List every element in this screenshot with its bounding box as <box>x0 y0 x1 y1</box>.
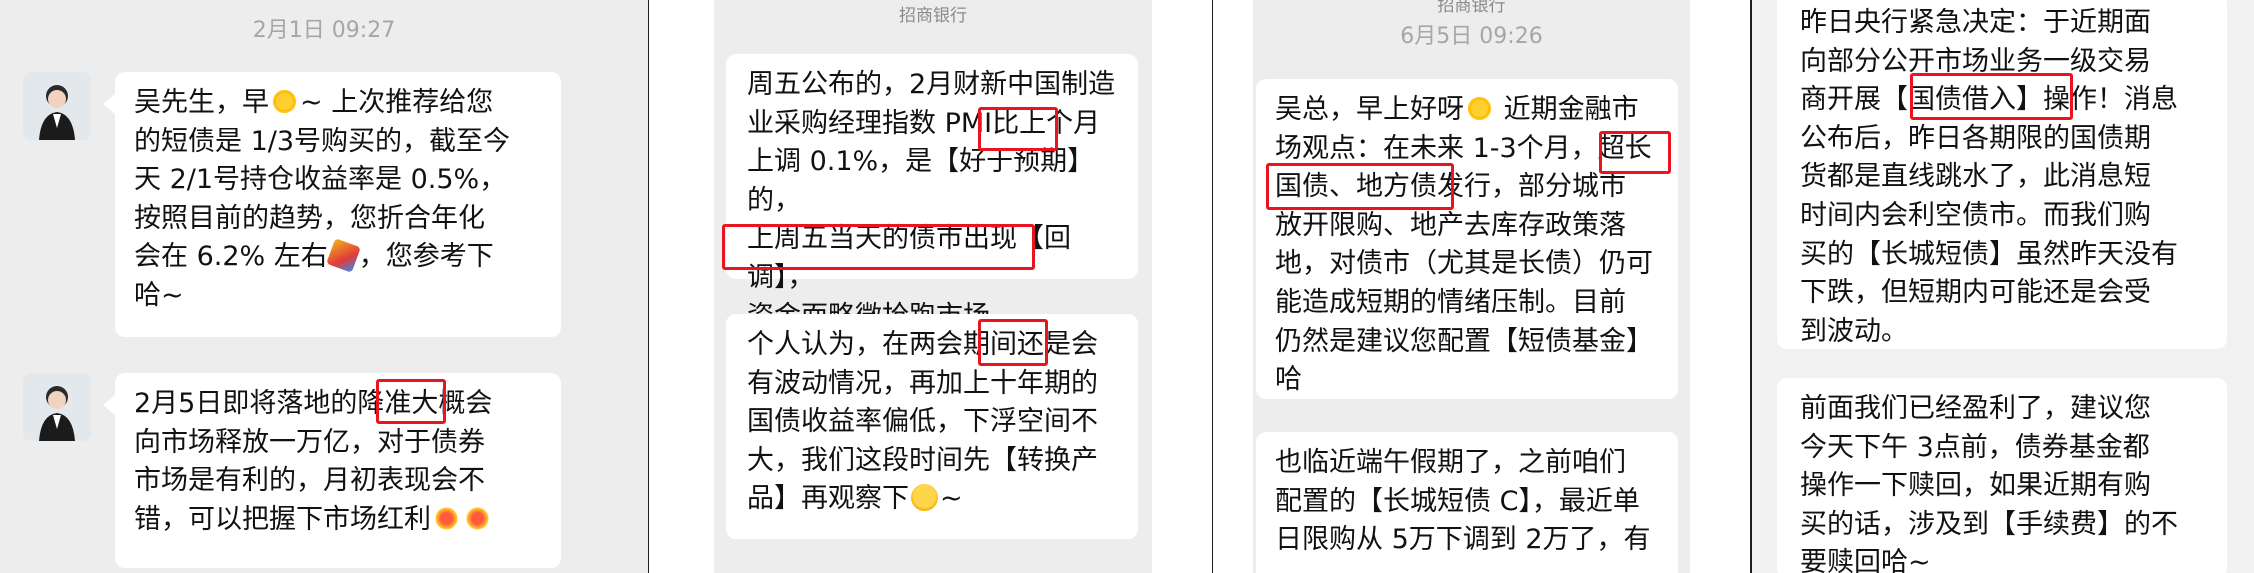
message-line: 买的话，涉及到【手续费】的不 <box>1800 508 2178 540</box>
chat-panel-2: 招商银行 周五公布的，2月财新中国制造 业采购经理指数 PMI比上个月 上调 0… <box>649 0 1212 573</box>
message-line: 市场是有利的，月初表现会不 <box>134 465 485 497</box>
timestamp: 2月1日 09:27 <box>252 18 396 43</box>
avatar[interactable] <box>23 373 91 441</box>
message-line: 2月5日即将落地的降准大概会 <box>134 388 493 419</box>
message-line: 能造成短期的情绪压制。目前 <box>1275 286 1626 318</box>
message-line: 今天下午 3点前，债券基金都 <box>1800 431 2150 463</box>
message-bubble[interactable]: 吴先生，早 ~ 上次推荐给您 的短债是 1/3号购买的，截至今 天 2/1号持仓收… <box>103 72 561 337</box>
sun-emoji-icon <box>271 88 298 115</box>
message-line: 日限购从 5万下调到 2万了，有 <box>1275 524 1651 556</box>
message-line: 到波动。 <box>1800 315 1908 347</box>
party-popper-emoji-icon <box>325 238 361 274</box>
message-line: 公布后，昨日各期限的国债期 <box>1800 122 2151 154</box>
highlight-box <box>376 379 446 424</box>
message-line: 昨日央行紧急决定：于近期面 <box>1800 7 2151 38</box>
person-avatar-icon <box>23 373 91 441</box>
message-bubble[interactable]: 昨日央行紧急决定：于近期面 向部分公开市场业务一级交易 商开展【国债借入】操作！… <box>1777 0 2227 349</box>
message-line: 错，可以把握下市场红利 <box>134 501 543 540</box>
avatar[interactable] <box>23 72 91 140</box>
message-line: 按照目前的趋势，您折合年化 <box>134 202 485 234</box>
message-bubble[interactable]: 2月5日即将落地的降准大概会 向市场释放一万亿，对于债券 市场是有利的，月初表现… <box>103 373 561 568</box>
smirking-face-emoji-icon <box>911 484 938 512</box>
message-line: 天 2/1号持仓收益率是 0.5%， <box>134 164 507 196</box>
message-line: 会在 6.2% 左右 ，您参考下 <box>134 238 543 277</box>
chat-panel-4: 昨日央行紧急决定：于近期面 向部分公开市场业务一级交易 商开展【国债借入】操作！… <box>1752 0 2254 573</box>
message-line: 操作一下赎回，如果近期有购 <box>1800 470 2151 502</box>
firecracker-emoji-icon <box>464 504 491 532</box>
bank-name: 招商银行 <box>1437 0 1506 16</box>
timestamp: 6月5日 09:26 <box>1400 24 1543 49</box>
message-line: 的短债是 1/3号购买的，截至今 <box>134 125 511 157</box>
message-bubble[interactable]: 吴总，早上好呀 近期金融市 场观点：在未来 1-3个月，超长 国债、地方债发行，… <box>1256 79 1678 399</box>
highlight-box <box>1599 131 1671 174</box>
message-line: 货都是直线跳水了，此消息短 <box>1800 161 2151 193</box>
highlight-box <box>1910 73 2073 120</box>
message-line: 国债收益率偏低，下浮空间不 <box>747 406 1098 438</box>
message-line: 品】再观察下 ~ <box>747 483 963 515</box>
message-line: 地，对债市（尤其是长债）仍可 <box>1275 248 1653 280</box>
person-avatar-icon <box>23 72 91 140</box>
firecracker-emoji-icon <box>433 504 460 532</box>
message-line: 仍然是建议您配置【短债基金】 <box>1275 325 1653 357</box>
message-line: 哈~ <box>134 279 184 311</box>
highlight-box <box>978 319 1048 366</box>
highlight-box <box>1266 163 1454 210</box>
message-bubble[interactable]: 前面我们已经盈利了，建议您 今天下午 3点前，债券基金都 操作一下赎回，如果近期… <box>1777 378 2227 573</box>
message-line: 哈 <box>1275 364 1302 396</box>
message-line: 上调 0.1%，是【好于预期】的， <box>747 146 1095 216</box>
highlight-box <box>722 224 1035 270</box>
bank-name: 招商银行 <box>899 6 967 26</box>
sun-emoji-icon <box>1466 95 1493 122</box>
message-line: 有波动情况，再加上十年期的 <box>747 367 1098 399</box>
message-line: 也临近端午假期了，之前咱们 <box>1275 447 1626 478</box>
highlight-box <box>978 107 1058 151</box>
message-line: 吴总，早上好呀 近期金融市 <box>1275 94 1639 125</box>
chat-panel-3: 招商银行 6月5日 09:26 吴总，早上好呀 近期金融市 场观点：在未来 1-… <box>1213 0 1750 573</box>
message-line: 大，我们这段时间先【转换产 <box>747 444 1098 476</box>
message-line: 吴先生，早 ~ 上次推荐给您 <box>134 87 494 118</box>
message-line: 时间内会利空债市。而我们购 <box>1800 199 2151 231</box>
message-line: 下跌，但短期内可能还是会受 <box>1800 277 2151 309</box>
chat-area: 招商银行 6月5日 09:26 吴总，早上好呀 近期金融市 场观点：在未来 1-… <box>1253 0 1690 573</box>
message-line: 配置的【长城短债 C】，最近单 <box>1275 485 1640 517</box>
message-line: 向市场释放一万亿，对于债券 <box>134 426 485 458</box>
chat-area: 招商银行 周五公布的，2月财新中国制造 业采购经理指数 PMI比上个月 上调 0… <box>714 0 1152 573</box>
message-line: 周五公布的，2月财新中国制造 <box>747 69 1116 100</box>
message-bubble[interactable]: 个人认为，在两会期间还是会 有波动情况，再加上十年期的 国债收益率偏低，下浮空间… <box>726 314 1138 539</box>
chat-panel-1: 2月1日 09:27 吴先生，早 ~ 上次推荐给您 的短债是 1/3号购买的，截至… <box>0 0 648 573</box>
message-line: 前面我们已经盈利了，建议您 <box>1800 393 2151 424</box>
message-line: 个人认为，在两会期间还是会 <box>747 329 1098 360</box>
message-line: 买的【长城短债】虽然昨天没有 <box>1800 238 2178 270</box>
message-line: 要赎回哈~ <box>1800 547 1931 573</box>
message-line: 业采购经理指数 PMI比上个月 <box>747 107 1101 139</box>
message-bubble[interactable]: 也临近端午假期了，之前咱们 配置的【长城短债 C】，最近单 日限购从 5万下调到… <box>1256 432 1678 573</box>
message-line: 放开限购、地产去库存政策落 <box>1275 209 1626 241</box>
